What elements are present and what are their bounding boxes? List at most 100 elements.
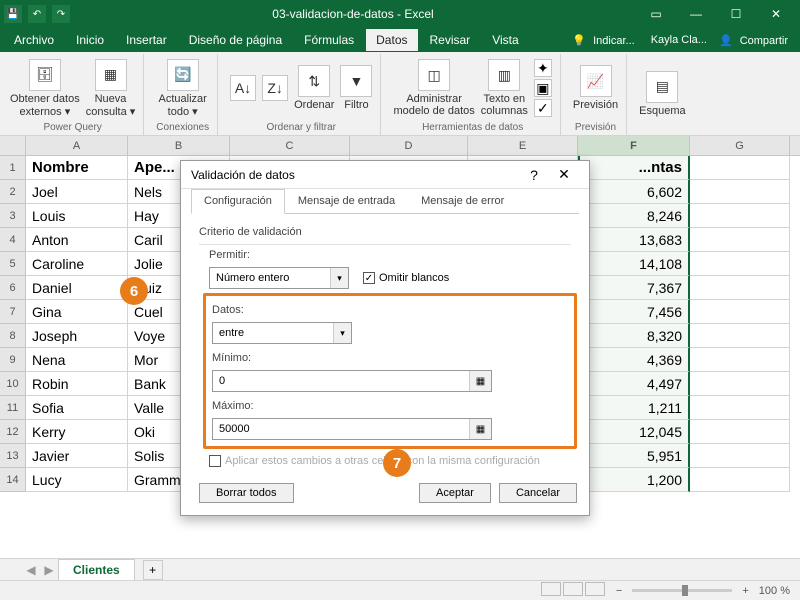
cell[interactable]: 1,200 [578,468,690,492]
tab-datos[interactable]: Datos [366,29,417,51]
tab-archivo[interactable]: Archivo [4,29,64,51]
zoom-in-icon[interactable]: + [742,585,748,597]
cell[interactable]: 1,211 [578,396,690,420]
view-buttons[interactable] [540,582,606,599]
row-header[interactable]: 10 [0,372,26,396]
redo-icon[interactable]: ↷ [52,5,70,23]
tell-me[interactable]: 💡 Indicar... [568,34,642,47]
cell[interactable]: Lucy [26,468,128,492]
tab-formulas[interactable]: Fórmulas [294,29,364,51]
cell[interactable]: 14,108 [578,252,690,276]
col-header[interactable]: F [578,136,690,155]
cell[interactable]: Caroline [26,252,128,276]
col-header[interactable]: A [26,136,128,155]
outline-button[interactable]: ▤Esquema [639,71,685,117]
data-model-button[interactable]: ◫Administrar modelo de datos [393,59,474,117]
tab-nav-next-icon[interactable]: ▶ [40,563,58,577]
cell[interactable] [690,396,790,420]
zoom-out-icon[interactable]: − [616,585,622,597]
new-query-button[interactable]: ▦Nueva consulta ▾ [86,59,136,118]
row-header[interactable]: 9 [0,348,26,372]
data-select[interactable]: entre▾ [212,322,352,344]
refresh-all-button[interactable]: 🔄Actualizar todo ▾ [159,59,207,118]
row-header[interactable]: 8 [0,324,26,348]
add-sheet-button[interactable]: + [143,560,163,580]
get-external-data-button[interactable]: 🗄Obtener datos externos ▾ [10,59,80,118]
remove-dup-icon[interactable]: ▣ [534,79,552,97]
cell[interactable] [690,228,790,252]
tab-insertar[interactable]: Insertar [116,29,177,51]
user-label[interactable]: Kayla Cla... [647,34,711,46]
cell[interactable]: Javier [26,444,128,468]
row-header[interactable]: 3 [0,204,26,228]
cell[interactable] [690,324,790,348]
cell[interactable]: Nena [26,348,128,372]
row-header[interactable]: 12 [0,420,26,444]
cell[interactable] [690,204,790,228]
dialog-tab-config[interactable]: Configuración [191,189,285,214]
tab-vista[interactable]: Vista [482,29,528,51]
dialog-tab-input-msg[interactable]: Mensaje de entrada [285,189,408,213]
ribbon-options-icon[interactable]: ▭ [636,0,676,28]
cell[interactable]: Louis [26,204,128,228]
tab-inicio[interactable]: Inicio [66,29,114,51]
row-header[interactable]: 14 [0,468,26,492]
cell[interactable]: 7,367 [578,276,690,300]
zoom-level[interactable]: 100 % [759,585,790,597]
cell[interactable]: 5,951 [578,444,690,468]
filter-button[interactable]: ▼Filtro [340,65,372,111]
cell[interactable]: Nombre [26,156,128,180]
row-header[interactable]: 7 [0,300,26,324]
ok-button[interactable]: Aceptar [419,483,491,503]
row-header[interactable]: 1 [0,156,26,180]
cell[interactable]: 4,369 [578,348,690,372]
cell[interactable] [690,300,790,324]
col-header[interactable]: G [690,136,790,155]
cell[interactable]: Joel [26,180,128,204]
cell[interactable]: 8,320 [578,324,690,348]
clear-all-button[interactable]: Borrar todos [199,483,294,503]
tab-revisar[interactable]: Revisar [420,29,481,51]
cell[interactable] [690,372,790,396]
range-picker-icon[interactable]: ▦ [469,371,491,391]
cell[interactable] [690,180,790,204]
cell[interactable]: Anton [26,228,128,252]
data-validation-icon[interactable]: ✓ [534,99,552,117]
cell[interactable] [690,348,790,372]
col-header[interactable]: C [230,136,350,155]
row-header[interactable]: 5 [0,252,26,276]
row-header[interactable]: 11 [0,396,26,420]
sheet-tab-clientes[interactable]: Clientes [58,559,135,580]
maximize-icon[interactable]: ☐ [716,0,756,28]
ignore-blank-checkbox[interactable]: ✓Omitir blancos [363,272,449,284]
undo-icon[interactable]: ↶ [28,5,46,23]
save-icon[interactable]: 💾 [4,5,22,23]
text-to-columns-button[interactable]: ▥Texto en columnas [481,59,528,117]
tab-nav-prev-icon[interactable]: ◀ [22,563,40,577]
select-all-corner[interactable] [0,136,26,155]
cell[interactable] [690,276,790,300]
col-header[interactable]: E [468,136,578,155]
cell[interactable]: Daniel [26,276,128,300]
flash-fill-icon[interactable]: ✦ [534,59,552,77]
cell[interactable]: Sofia [26,396,128,420]
cell[interactable]: Robin [26,372,128,396]
cell[interactable]: 8,246 [578,204,690,228]
min-input[interactable]: 0▦ [212,370,492,392]
cell[interactable]: Kerry [26,420,128,444]
zoom-slider[interactable] [632,589,732,592]
sort-az-icon[interactable]: A↓ [230,75,256,101]
cancel-button[interactable]: Cancelar [499,483,577,503]
row-header[interactable]: 13 [0,444,26,468]
cell[interactable]: 12,045 [578,420,690,444]
col-header[interactable]: B [128,136,230,155]
cell[interactable] [690,156,790,180]
cell[interactable]: 4,497 [578,372,690,396]
minimize-icon[interactable]: — [676,0,716,28]
cell[interactable]: Gina [26,300,128,324]
cell[interactable]: ...ntas [578,156,690,180]
share-button[interactable]: 👤 Compartir [715,34,796,47]
cell[interactable]: 7,456 [578,300,690,324]
forecast-button[interactable]: 📈Previsión [573,65,618,111]
dialog-close-icon[interactable]: ✕ [549,166,579,183]
